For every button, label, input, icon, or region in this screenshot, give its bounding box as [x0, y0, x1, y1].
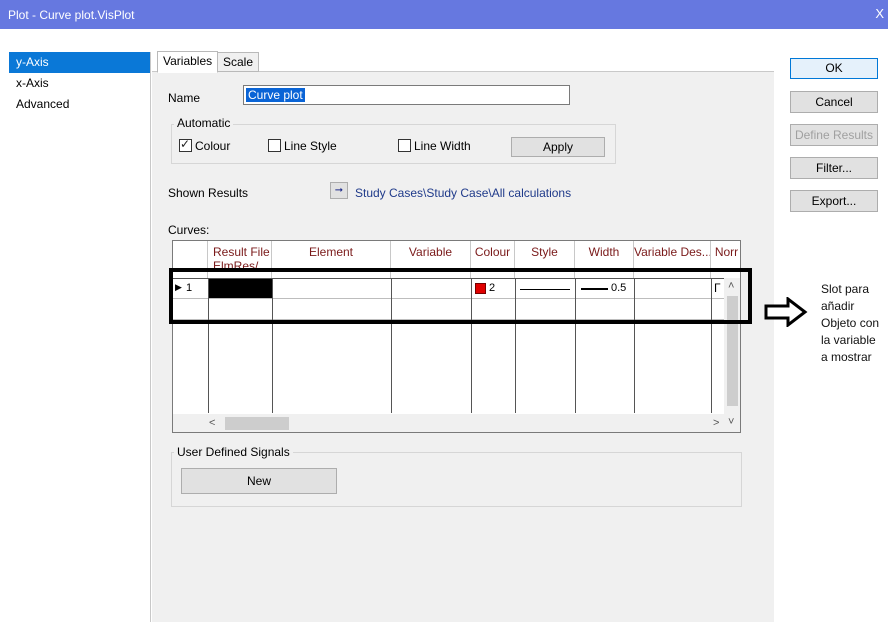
name-input[interactable]: Curve plot — [243, 85, 570, 105]
automatic-group-title: Automatic — [174, 116, 234, 130]
scroll-right-icon[interactable]: > — [713, 417, 719, 429]
line-style-checkbox-label: Line Style — [284, 139, 337, 153]
user-defined-signals-title: User Defined Signals — [174, 445, 293, 459]
define-results-button[interactable]: Define Results — [790, 124, 878, 146]
cancel-button[interactable]: Cancel — [790, 91, 878, 113]
annotation-line: Slot para — [821, 282, 870, 296]
horizontal-scroll-thumb[interactable] — [225, 417, 289, 430]
horizontal-scrollbar[interactable]: < > — [173, 414, 724, 432]
nav-item-advanced[interactable]: Advanced — [9, 94, 150, 115]
annotation-line: a mostrar — [821, 350, 872, 364]
filter-button[interactable]: Filter... — [790, 157, 878, 179]
colour-checkbox-label: Colour — [195, 139, 231, 153]
title-bar: Plot - Curve plot.VisPlot X — [0, 0, 888, 29]
shown-results-path[interactable]: Study Cases\Study Case\All calculations — [355, 186, 571, 200]
nav-item-y-axis[interactable]: y-Axis — [9, 52, 150, 73]
scroll-down-icon[interactable]: ˅ — [728, 416, 734, 428]
annotation-line: la variable — [821, 333, 876, 347]
new-signal-button[interactable]: New — [181, 468, 337, 494]
annotation-line: añadir — [821, 299, 855, 313]
ok-button[interactable]: OK — [790, 58, 878, 79]
result-file-header-label: Result File — [213, 245, 270, 259]
colour-checkbox[interactable] — [179, 137, 192, 152]
line-width-checkbox-label: Line Width — [414, 139, 471, 153]
export-button[interactable]: Export... — [790, 190, 878, 212]
name-value: Curve plot — [246, 88, 305, 102]
apply-button[interactable]: Apply — [511, 137, 605, 157]
line-width-checkbox[interactable] — [398, 139, 411, 152]
arrow-right-icon[interactable]: ➞ — [330, 182, 348, 199]
annotation-line: Objeto con — [821, 316, 880, 330]
scroll-left-icon[interactable]: < — [209, 417, 215, 429]
window-title: Plot - Curve plot.VisPlot — [8, 8, 135, 22]
tab-variables[interactable]: Variables — [157, 51, 219, 73]
annotation-arrow-icon — [764, 297, 808, 327]
shown-results-label: Shown Results — [168, 186, 249, 200]
curves-label: Curves: — [168, 223, 210, 237]
tab-scale[interactable]: Scale — [217, 52, 260, 72]
name-label: Name — [168, 91, 201, 105]
nav-item-x-axis[interactable]: x-Axis — [9, 73, 150, 94]
annotation-highlight-box — [169, 268, 752, 324]
close-icon[interactable]: X — [875, 6, 884, 21]
line-style-checkbox[interactable] — [268, 139, 281, 152]
annotation-text: Slot para añadir Objeto con la variable … — [821, 281, 888, 366]
left-nav: y-Axis x-Axis Advanced — [9, 52, 151, 622]
